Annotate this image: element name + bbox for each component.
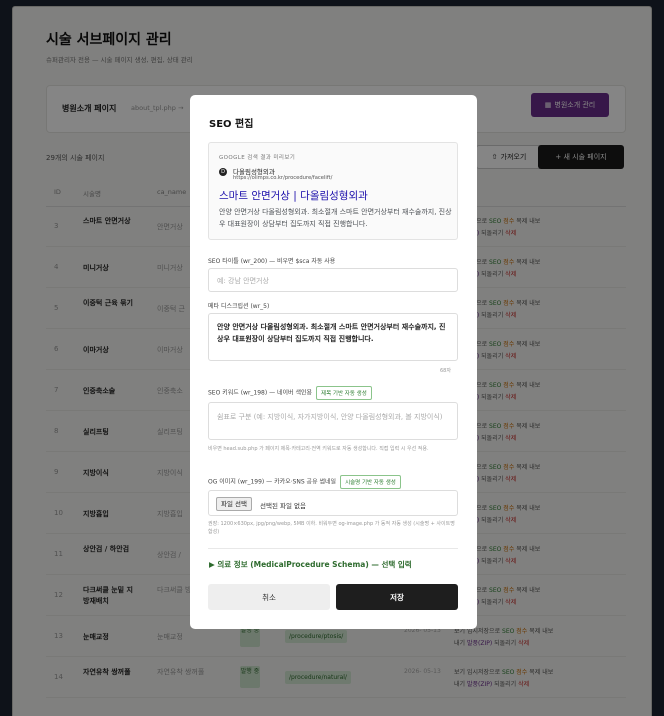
keyword-placeholder: 쉼표로 구분 (예: 지방이식, 자가지방이식, 안양 다올림성형외과, 볼 지… [217,413,443,421]
keyword-textarea[interactable]: 쉼표로 구분 (예: 지방이식, 자가지방이식, 안양 다올림성형외과, 볼 지… [208,402,458,440]
keyword-label-row: SEO 키워드 (wr_198) — 네이버 색인용 제목 기반 자동 생성 [208,386,372,400]
meta-description-textarea[interactable]: 안양 안면거상 다올림성형외과. 최소절개 스마트 안면거상부터 재수술까지, … [208,313,458,361]
cancel-button[interactable]: 취소 [208,584,330,610]
seo-edit-modal: SEO 편집 GOOGLE 검색 결과 미리보기 D 다올림성형외과 https… [190,95,477,629]
og-file-input: 파일 선택 선택된 파일 없음 [208,490,458,516]
og-label: OG 이미지 (wr_199) — 카카오·SNS 공유 썸네일 [208,478,337,486]
keyword-auto-button[interactable]: 제목 기반 자동 생성 [316,386,372,400]
meta-description-label: 메타 디스크립션 (wr_5) [208,303,270,310]
seo-title-placeholder: 예: 강남 안면거상 [217,277,269,285]
site-favicon-icon: D [219,168,227,176]
medical-schema-toggle[interactable]: ▶ 의료 정보 (MedicalProcedure Schema) — 선택 입… [209,559,412,570]
file-select-button[interactable]: 파일 선택 [216,497,252,511]
modal-divider [208,548,458,549]
preview-label: GOOGLE 검색 결과 미리보기 [219,155,296,161]
keyword-label: SEO 키워드 (wr_198) — 네이버 색인용 [208,389,313,397]
modal-title: SEO 편집 [209,119,254,130]
seo-title-label: SEO 타이틀 (wr_200) — 비우면 $sca 자동 사용 [208,258,336,265]
seo-title-input[interactable]: 예: 강남 안면거상 [208,268,458,292]
save-button[interactable]: 저장 [336,584,458,610]
file-status: 선택된 파일 없음 [260,502,306,510]
preview-description: 안양 안면거상 다올림성형외과. 최소절개 스마트 안면거상부터 재수술까지, … [219,208,452,228]
google-preview: GOOGLE 검색 결과 미리보기 D 다올림성형외과 https://olim… [208,142,458,240]
og-label-row: OG 이미지 (wr_199) — 카카오·SNS 공유 썸네일 시술명 기반 자… [208,475,401,489]
meta-char-count: 68자 [440,368,451,374]
og-auto-button[interactable]: 시술명 기반 자동 생성 [340,475,401,489]
preview-title: 스마트 안면거상 | 다올림성형외과 [219,190,368,202]
keyword-note: 비우면 head.sub.php 가 페이지 제목·카테고리·전역 키워드로 자… [208,446,429,452]
preview-url: https://olimps.co.kr/procedure/facelift/ [233,175,333,181]
og-note: 권장: 1200×630px, jpg/png/webp, 5MB 이하. 비워… [208,521,455,535]
meta-description-value: 안양 안면거상 다올림성형외과. 최소절개 스마트 안면거상부터 재수술까지, … [217,323,446,343]
